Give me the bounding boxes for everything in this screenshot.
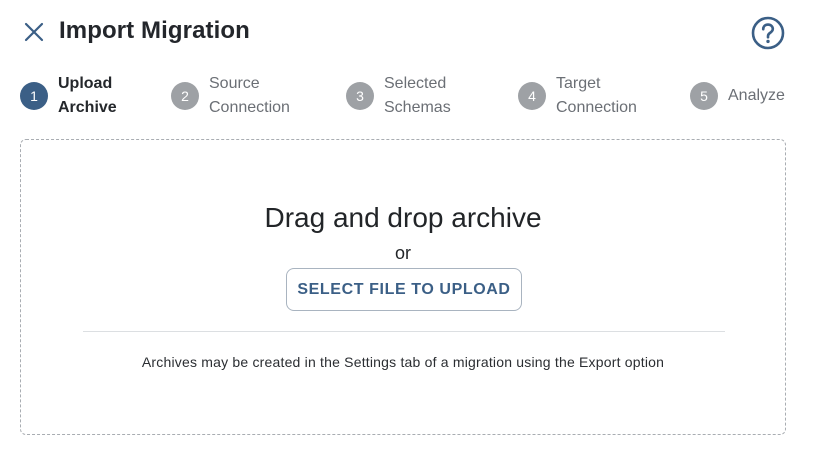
select-file-button[interactable]: SELECT FILE TO UPLOAD bbox=[286, 268, 522, 311]
step-label-line: Upload bbox=[58, 75, 113, 92]
dropzone-or-text: or bbox=[394, 243, 411, 263]
step-label: Target Connection bbox=[556, 72, 637, 120]
step-number-badge: 2 bbox=[171, 82, 199, 110]
step-analyze[interactable]: 5 Analyze bbox=[690, 70, 785, 122]
step-number-badge: 4 bbox=[518, 82, 546, 110]
step-label: Source Connection bbox=[209, 72, 290, 120]
dialog-header: Import Migration bbox=[0, 0, 813, 64]
step-target-connection[interactable]: 4 Target Connection bbox=[518, 70, 637, 122]
step-number-badge: 1 bbox=[20, 82, 48, 110]
step-upload-archive[interactable]: 1 Upload Archive bbox=[20, 70, 117, 122]
help-button[interactable] bbox=[751, 16, 785, 50]
step-label: Analyze bbox=[728, 84, 785, 108]
divider bbox=[83, 331, 725, 332]
stepper: 1 Upload Archive 2 Source Connection 3 S… bbox=[0, 70, 813, 122]
step-label-line: Connection bbox=[556, 99, 637, 116]
step-label: Upload Archive bbox=[58, 72, 117, 120]
step-label-line: Target bbox=[556, 75, 601, 92]
step-selected-schemas[interactable]: 3 Selected Schemas bbox=[346, 70, 451, 122]
help-icon bbox=[751, 16, 785, 50]
step-label-line: Selected bbox=[384, 75, 447, 92]
step-number-badge: 3 bbox=[346, 82, 374, 110]
step-label-line: Schemas bbox=[384, 99, 451, 116]
step-label-line: Analyze bbox=[728, 87, 785, 104]
step-source-connection[interactable]: 2 Source Connection bbox=[171, 70, 290, 122]
step-number-badge: 5 bbox=[690, 82, 718, 110]
page-title: Import Migration bbox=[59, 17, 250, 44]
dropzone-hint: Archives may be created in the Settings … bbox=[141, 354, 665, 370]
close-button[interactable] bbox=[22, 20, 46, 44]
step-label-line: Archive bbox=[58, 99, 117, 116]
step-label-line: Connection bbox=[209, 99, 290, 116]
close-icon bbox=[24, 22, 44, 42]
dropzone-title: Drag and drop archive bbox=[264, 202, 542, 233]
step-label-line: Source bbox=[209, 75, 260, 92]
step-label: Selected Schemas bbox=[384, 72, 451, 120]
archive-dropzone[interactable]: Drag and drop archive or SELECT FILE TO … bbox=[20, 139, 786, 435]
